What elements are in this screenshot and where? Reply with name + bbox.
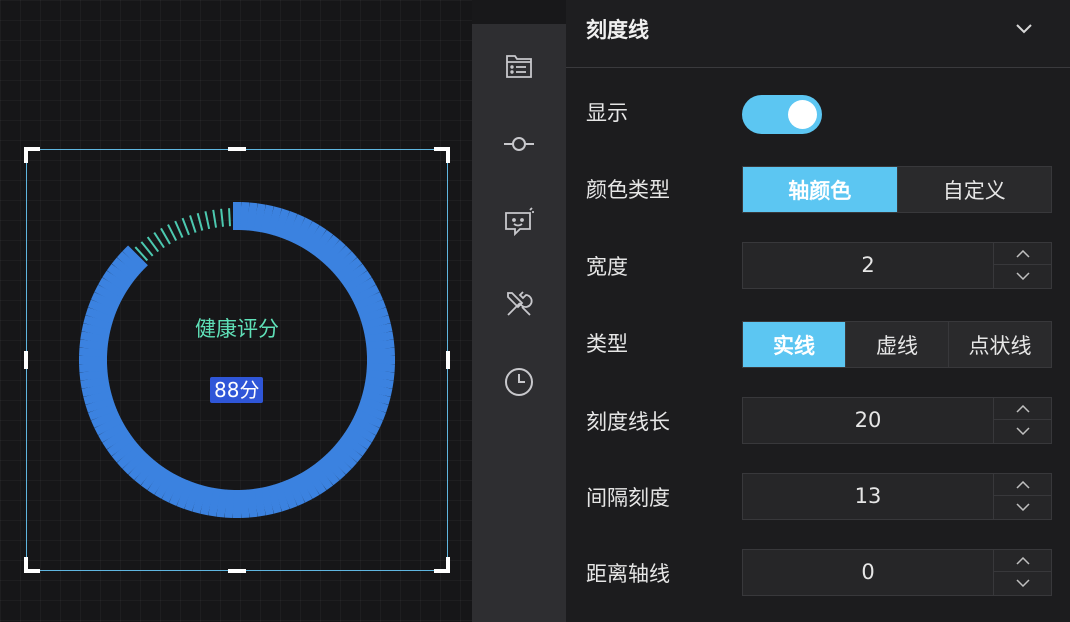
tick-length-input[interactable]: 20 [743,398,993,443]
tick-length-stepper: 20 [742,397,1052,444]
color-type-axis-button[interactable]: 轴颜色 [743,167,898,212]
gauge-remaining-tick [153,231,165,249]
color-type-label: 颜色类型 [586,178,670,202]
gauge-title: 健康评分 [195,317,279,341]
show-label: 显示 [586,101,628,125]
gauge-remaining-tick [220,208,224,227]
tick-length-label: 刻度线长 [586,410,670,434]
line-type-segmented: 实线 虚线 点状线 [742,321,1052,368]
section-title: 刻度线 [586,18,649,42]
tick-length-step-controls [993,398,1051,443]
gauge-remaining-tick [146,236,160,253]
width-step-controls [993,243,1051,288]
distance-increment-button[interactable] [994,550,1051,572]
distance-stepper: 0 [742,549,1052,596]
gauge-progress-tick [365,369,395,381]
gauge-progress-tick [239,202,250,231]
width-stepper: 2 [742,242,1052,289]
gauge-remaining-tick [196,212,204,231]
gauge-progress-tick [79,339,109,351]
interval-label: 间隔刻度 [586,486,670,510]
gauge-widget[interactable]: 健康评分 88分 [24,147,450,573]
gauge-progress-tick [253,203,266,233]
connector-icon[interactable] [501,126,537,162]
clock-icon[interactable] [501,364,537,400]
gauge-progress-tick [364,376,394,389]
gauge-progress-tick [366,362,395,373]
gauge-remaining-tick [204,211,211,230]
gauge-remaining-tick [174,220,184,238]
line-type-dashed-button[interactable]: 虚线 [846,322,949,367]
section-header[interactable]: 刻度线 [566,0,1070,68]
interval-step-controls [993,474,1051,519]
gauge-remaining-tick [140,241,154,257]
gauge-progress-tick [81,383,111,397]
tick-length-decrement-button[interactable] [994,420,1051,442]
gauge-progress-tick [79,369,109,381]
width-decrement-button[interactable] [994,265,1051,287]
gauge-progress-tick [239,489,250,518]
interval-increment-button[interactable] [994,474,1051,496]
line-type-solid-button[interactable]: 实线 [743,322,846,367]
side-icon-rail [472,24,566,622]
width-label: 宽度 [586,255,628,279]
color-type-custom-button[interactable]: 自定义 [898,167,1052,212]
chat-bot-icon[interactable] [501,204,537,240]
gauge-progress-tick [246,488,258,518]
distance-decrement-button[interactable] [994,572,1051,594]
gauge-progress-tick [208,487,221,517]
chevron-down-icon[interactable] [1014,18,1034,38]
show-toggle[interactable] [742,95,822,134]
gauge-remaining-tick [167,224,178,242]
gauge-progress-tick [79,362,108,373]
interval-decrement-button[interactable] [994,496,1051,518]
toggle-knob [788,100,817,129]
line-type-dotted-button[interactable]: 点状线 [949,322,1051,367]
gauge-remaining-tick [189,215,197,233]
line-type-label: 类型 [586,332,628,356]
gauge-remaining-tick [212,209,218,228]
color-type-segmented: 轴颜色 自定义 [742,166,1052,213]
gauge-progress-tick [224,489,235,518]
distance-step-controls [993,550,1051,595]
interval-stepper: 13 [742,473,1052,520]
gauge-progress-tick [365,339,395,351]
distance-input[interactable]: 0 [743,550,993,595]
gauge-progress-tick [246,202,258,232]
interval-input[interactable]: 13 [743,474,993,519]
distance-label: 距离轴线 [586,562,670,586]
gauge-progress-tick [260,486,274,516]
gauge-remaining-tick [181,217,190,236]
gauge-value-badge: 88分 [210,377,264,403]
gauge-progress-tick [253,487,266,517]
gauge-remaining-tick [160,227,171,245]
editor-canvas[interactable]: 健康评分 88分 [0,0,472,622]
tools-icon[interactable] [501,286,537,322]
gauge-progress-tick [79,347,108,358]
width-increment-button[interactable] [994,243,1051,265]
tick-length-increment-button[interactable] [994,398,1051,420]
gauge-progress-tick [366,347,395,358]
gauge-remaining-tick [228,208,231,227]
list-panel-icon[interactable] [501,48,537,84]
properties-panel: 刻度线 显示 颜色类型 轴颜色 自定义 宽度 2 类型 实线 虚线 点状线 刻度… [566,0,1070,622]
gauge-progress-tick [216,488,228,518]
gauge-ring [79,202,395,518]
width-input[interactable]: 2 [743,243,993,288]
gauge-progress-tick [80,376,110,389]
